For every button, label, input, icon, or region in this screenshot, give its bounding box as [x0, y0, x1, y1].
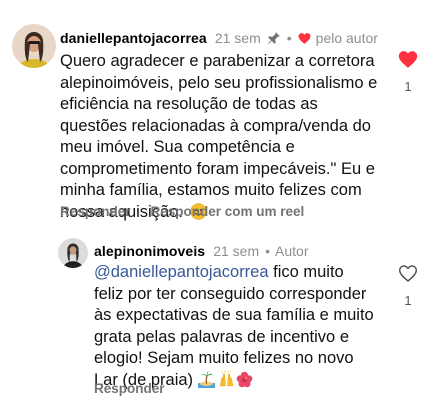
comment-header: daniellepantojacorrea 21 sem • pelo auto…	[60, 28, 378, 48]
avatar[interactable]	[12, 24, 56, 68]
reply-line: elogio! Sejam muito felizes no novo	[94, 349, 354, 367]
liked-by-author-label: pelo autor	[315, 30, 378, 46]
desert-island-emoji-icon	[197, 370, 215, 388]
timestamp: 21 sem	[213, 243, 260, 259]
reply-button[interactable]: Responder	[94, 381, 165, 396]
reply-line: grata pelas palavras de incentivo e	[94, 327, 349, 346]
comment-line: Quero agradecer e parabenizar a corretor…	[60, 52, 375, 70]
comment-line: questões relacionadas à compra/venda do	[60, 116, 371, 135]
comment-text: Quero agradecer e parabenizar a corretor…	[60, 51, 390, 223]
separator-dot: •	[286, 30, 292, 46]
heart-outline-icon[interactable]	[398, 264, 418, 283]
heart-icon	[298, 32, 311, 45]
reply-actions: Responder	[94, 381, 185, 396]
reply-line: feliz por ter conseguido corresponder	[94, 284, 367, 303]
avatar[interactable]	[58, 238, 88, 268]
reply-button[interactable]: Responder	[60, 204, 131, 219]
comment-line: minha família, estamos muito felizes com	[60, 181, 362, 199]
reply-text: @daniellepantojacorrea fico muito feliz …	[94, 262, 390, 391]
separator-dot: •	[265, 243, 271, 259]
like-column: 1	[398, 264, 418, 308]
reply-with-reel-button[interactable]: Responder com um reel	[151, 204, 305, 219]
author-label: Autor	[275, 243, 309, 259]
comment-actions: Responder Responder com um reel	[60, 204, 324, 219]
reply-header: alepinonimoveis 21 sem • Autor	[94, 241, 309, 261]
heart-filled-icon[interactable]	[398, 50, 418, 69]
comment-line: eficiência na resolução de todas as	[60, 95, 318, 113]
like-count[interactable]: 1	[404, 293, 411, 308]
pin-icon	[267, 31, 281, 45]
hibiscus-emoji-icon	[236, 371, 253, 388]
username[interactable]: alepinonimoveis	[94, 243, 205, 259]
mention-link[interactable]: @daniellepantojacorrea	[94, 263, 269, 281]
reply-line-text: fico muito	[268, 263, 344, 281]
raising-hands-emoji-icon	[218, 370, 235, 388]
reply-line-first: @daniellepantojacorrea fico muito	[94, 262, 390, 284]
timestamp: 21 sem	[214, 30, 261, 46]
reply-line: às expectativas de sua família e muito	[94, 306, 374, 324]
comment-line: comprometimento foram impecáveis." Eu e	[60, 159, 375, 178]
like-count[interactable]: 1	[404, 79, 411, 94]
comment-line: meu imóvel. Sua competência e	[60, 138, 295, 156]
comment-line: alepinoimóveis, pelo seu profissionalism…	[60, 73, 378, 92]
like-column: 1	[398, 50, 418, 94]
username[interactable]: daniellepantojacorrea	[60, 30, 207, 46]
